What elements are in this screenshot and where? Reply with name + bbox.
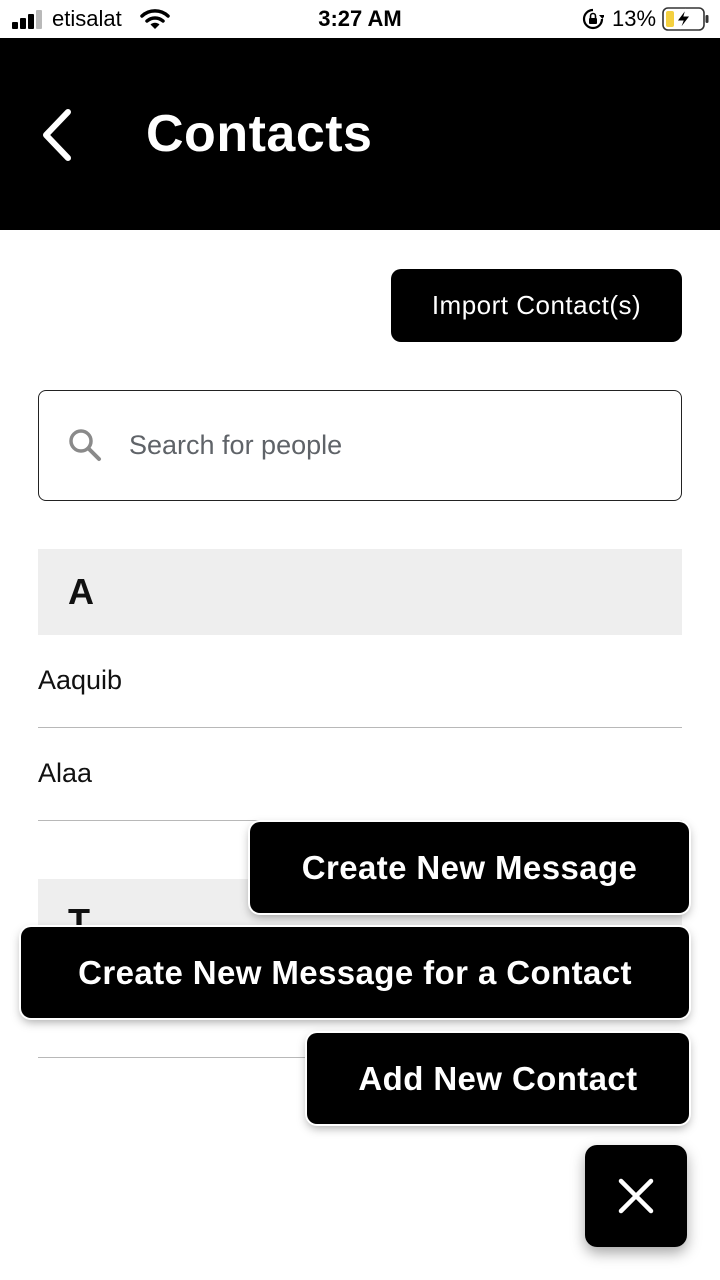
add-new-contact-button[interactable]: Add New Contact — [307, 1033, 689, 1124]
list-item[interactable]: Alaa — [38, 728, 682, 821]
list-item[interactable]: Aaquib — [38, 635, 682, 728]
create-new-message-button[interactable]: Create New Message — [250, 822, 689, 913]
import-contacts-button[interactable]: Import Contact(s) — [391, 269, 682, 342]
status-bar: etisalat 3:27 AM 13% — [0, 0, 720, 38]
section-letter: A — [68, 571, 94, 612]
close-menu-button[interactable] — [585, 1145, 687, 1247]
page-title: Contacts — [146, 105, 373, 163]
app-header: Contacts — [0, 38, 720, 230]
section-header-a: A — [38, 549, 682, 635]
chevron-left-icon — [43, 109, 71, 161]
contact-name: Aaquib — [38, 665, 123, 695]
create-message-for-contact-button[interactable]: Create New Message for a Contact — [21, 927, 689, 1018]
back-button[interactable] — [30, 98, 84, 172]
search-icon — [69, 429, 101, 461]
contact-name: Alaa — [38, 758, 93, 788]
battery-charging-icon — [662, 7, 709, 31]
rotation-lock-icon — [582, 8, 604, 30]
close-icon — [618, 1178, 654, 1214]
search-box — [38, 390, 682, 501]
battery-percent: 13% — [612, 6, 657, 31]
search-input[interactable] — [129, 419, 649, 471]
